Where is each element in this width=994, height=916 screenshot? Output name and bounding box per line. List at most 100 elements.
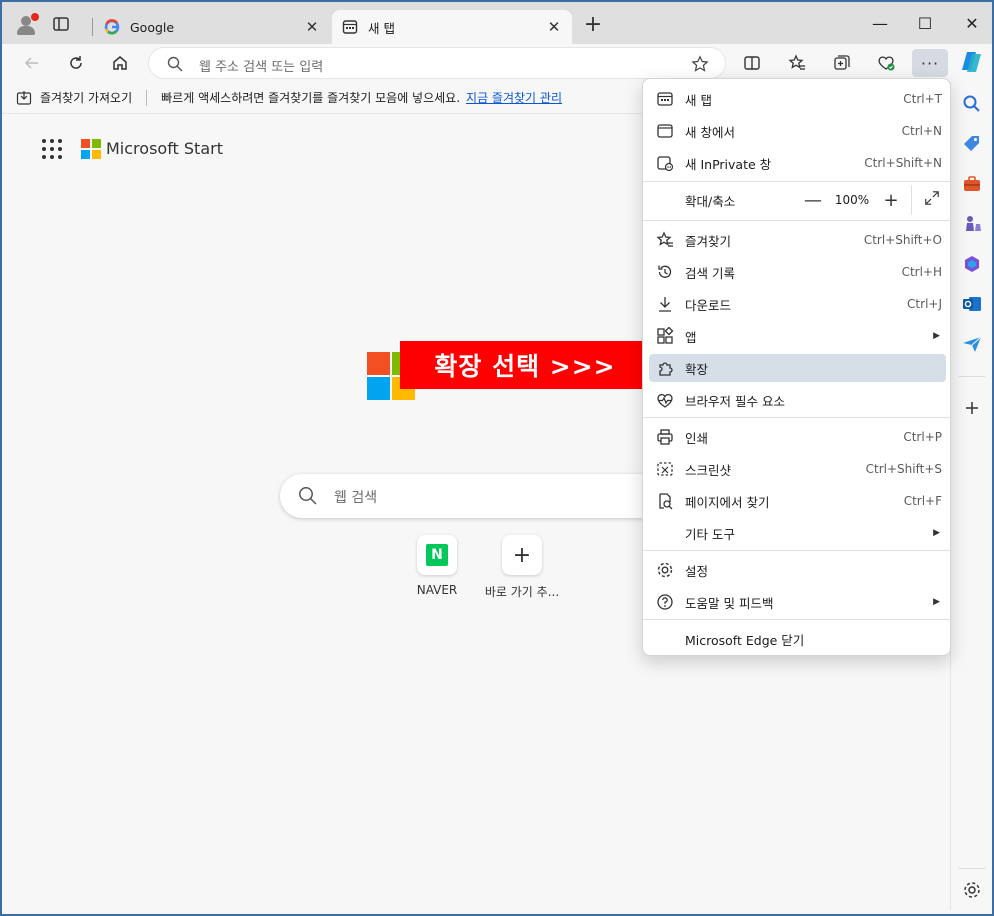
profile-avatar[interactable] bbox=[14, 12, 40, 38]
fullscreen-icon bbox=[925, 190, 939, 205]
menu-item-label: 페이지에서 찾기 bbox=[685, 494, 770, 510]
close-tab-icon[interactable]: ✕ bbox=[546, 19, 562, 35]
screenshot-icon bbox=[655, 459, 675, 479]
address-placeholder: 웹 주소 검색 또는 입력 bbox=[199, 60, 324, 75]
menu-item-apps[interactable]: 앱 ▶ bbox=[649, 322, 946, 350]
add-sidebar-app-icon[interactable] bbox=[962, 398, 982, 418]
more-dots-icon: ··· bbox=[920, 53, 940, 73]
search-icon bbox=[167, 56, 183, 72]
menu-item-shortcut: Ctrl+H bbox=[901, 265, 942, 279]
menu-item-extensions[interactable]: 확장 bbox=[649, 354, 946, 382]
close-tab-icon[interactable]: ✕ bbox=[304, 19, 320, 35]
menu-item-inprivate[interactable]: 새 InPrivate 창 Ctrl+Shift+N bbox=[649, 149, 946, 177]
app-launcher-icon[interactable] bbox=[42, 139, 62, 159]
back-button[interactable] bbox=[18, 49, 46, 77]
menu-item-label: 도움말 및 피드백 bbox=[685, 595, 774, 611]
menu-item-label: 확장 bbox=[685, 361, 709, 377]
refresh-button[interactable] bbox=[62, 49, 90, 77]
menu-item-label: 다운로드 bbox=[685, 297, 732, 313]
menu-item-browser-essentials[interactable]: 브라우저 필수 요소 bbox=[649, 386, 946, 414]
tools-briefcase-icon[interactable] bbox=[962, 174, 982, 194]
menu-item-favorites[interactable]: 즐겨찾기 Ctrl+Shift+O bbox=[649, 226, 946, 254]
settings-and-more-menu: 새 탭 Ctrl+T 새 창에서 Ctrl+N 새 InPrivate 창 Ct… bbox=[642, 78, 951, 656]
heart-pulse-icon bbox=[878, 56, 895, 71]
menu-item-find-on-page[interactable]: 페이지에서 찾기 Ctrl+F bbox=[649, 487, 946, 515]
menu-item-more-tools[interactable]: 기타 도구 ▶ bbox=[649, 519, 946, 547]
zoom-row: 확대/축소 — 100% + bbox=[649, 185, 946, 215]
menu-item-shortcut: Ctrl+F bbox=[903, 494, 942, 508]
quick-link-label: NAVER bbox=[416, 583, 458, 597]
menu-item-shortcut: Ctrl+Shift+S bbox=[865, 462, 942, 476]
microsoft365-icon[interactable] bbox=[962, 254, 982, 274]
new-window-icon bbox=[655, 121, 675, 141]
menu-item-label: 새 탭 bbox=[685, 92, 712, 108]
menu-separator bbox=[643, 220, 950, 221]
manage-favorites-link[interactable]: 지금 즐겨찾기 관리 bbox=[466, 89, 562, 106]
quick-link-naver[interactable]: N NAVER bbox=[397, 535, 477, 597]
home-button[interactable] bbox=[106, 49, 134, 77]
menu-item-print[interactable]: 인쇄 Ctrl+P bbox=[649, 423, 946, 451]
inprivate-icon bbox=[655, 153, 675, 173]
new-tab-icon bbox=[655, 89, 675, 109]
tab-strip: Google ✕ 새 탭 ✕ + — ☐ ✕ bbox=[2, 2, 992, 44]
menu-item-shortcut: Ctrl+N bbox=[901, 124, 942, 138]
web-search-box[interactable]: 웹 검색 bbox=[280, 474, 650, 518]
menu-item-new-tab[interactable]: 새 탭 Ctrl+T bbox=[649, 85, 946, 113]
browser-essentials-button[interactable] bbox=[872, 49, 900, 77]
add-shortcut-tile[interactable]: + 바로 가기 추... bbox=[482, 535, 562, 600]
menu-item-settings[interactable]: 설정 bbox=[649, 556, 946, 584]
menu-item-label: 설정 bbox=[685, 563, 709, 579]
annotation-banner: 확장 선택 >>> bbox=[400, 341, 650, 389]
web-search-placeholder: 웹 검색 bbox=[334, 490, 378, 506]
favorites-star-icon bbox=[788, 54, 805, 70]
download-icon bbox=[655, 294, 675, 314]
menu-item-label: 새 InPrivate 창 bbox=[685, 156, 772, 172]
address-bar[interactable]: 웹 주소 검색 또는 입력 bbox=[148, 47, 726, 79]
menu-item-downloads[interactable]: 다운로드 Ctrl+J bbox=[649, 290, 946, 318]
shopping-tag-icon[interactable] bbox=[962, 134, 982, 154]
home-icon bbox=[113, 56, 127, 70]
menu-item-label: 검색 기록 bbox=[685, 265, 735, 281]
menu-item-close-edge[interactable]: Microsoft Edge 닫기 bbox=[649, 625, 946, 653]
apps-icon bbox=[655, 326, 675, 346]
zoom-in-button[interactable]: + bbox=[877, 190, 905, 211]
add-favorite-star-icon[interactable] bbox=[691, 55, 709, 73]
fullscreen-button[interactable] bbox=[918, 190, 946, 211]
menu-separator bbox=[643, 417, 950, 418]
copilot-icon[interactable] bbox=[959, 48, 985, 76]
split-screen-button[interactable] bbox=[738, 49, 766, 77]
menu-item-help-feedback[interactable]: 도움말 및 피드백 ▶ bbox=[649, 588, 946, 616]
menu-item-label: 즐겨찾기 bbox=[685, 233, 732, 249]
menu-item-screenshot[interactable]: 스크린샷 Ctrl+Shift+S bbox=[649, 455, 946, 483]
settings-and-more-button[interactable]: ··· bbox=[912, 49, 948, 77]
minimize-button[interactable]: — bbox=[860, 12, 900, 34]
favorites-button[interactable] bbox=[783, 49, 811, 77]
maximize-button[interactable]: ☐ bbox=[905, 12, 945, 34]
menu-item-history[interactable]: 검색 기록 Ctrl+H bbox=[649, 258, 946, 286]
settings-icon bbox=[655, 560, 675, 580]
tab-google[interactable]: Google ✕ bbox=[94, 10, 330, 44]
sidebar-settings-gear-icon[interactable] bbox=[962, 880, 982, 900]
essentials-icon bbox=[655, 390, 675, 410]
tab-new-tab[interactable]: 새 탭 ✕ bbox=[332, 10, 572, 44]
tab-title: 새 탭 bbox=[368, 20, 395, 36]
menu-item-shortcut: Ctrl+Shift+N bbox=[864, 156, 942, 170]
games-chess-icon[interactable] bbox=[962, 214, 982, 234]
close-window-button[interactable]: ✕ bbox=[952, 12, 992, 34]
menu-item-label: 스크린샷 bbox=[685, 462, 732, 478]
sidebar-search-icon[interactable] bbox=[962, 94, 982, 114]
import-favorites-button[interactable]: 즐겨찾기 가져오기 bbox=[16, 89, 132, 106]
new-tab-button[interactable]: + bbox=[582, 14, 604, 37]
menu-item-label: 기타 도구 bbox=[685, 526, 735, 542]
outlook-icon[interactable] bbox=[962, 294, 982, 314]
tab-actions-icon[interactable] bbox=[52, 15, 74, 37]
submenu-arrow-icon: ▶ bbox=[933, 528, 940, 538]
favorites-icon bbox=[655, 230, 675, 250]
print-icon bbox=[655, 427, 675, 447]
drop-send-icon[interactable] bbox=[962, 334, 982, 354]
collections-button[interactable] bbox=[828, 49, 856, 77]
menu-item-new-window[interactable]: 새 창에서 Ctrl+N bbox=[649, 117, 946, 145]
microsoft-start-brand[interactable]: Microsoft Start bbox=[106, 139, 223, 158]
find-icon bbox=[655, 491, 675, 511]
zoom-out-button[interactable]: — bbox=[799, 190, 827, 211]
